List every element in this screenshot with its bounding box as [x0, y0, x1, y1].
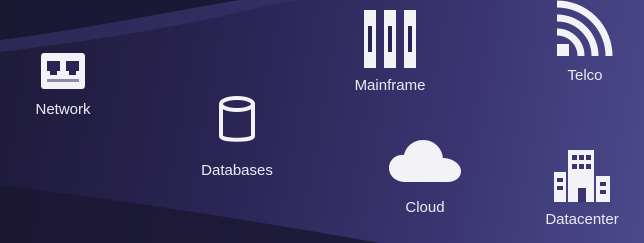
database-icon: [219, 96, 255, 142]
datacenter-label: Datacenter: [545, 211, 619, 228]
mainframe-label: Mainframe: [354, 77, 426, 94]
cloud-icon: [389, 140, 461, 182]
mainframe-icon: [364, 10, 416, 68]
databases-tile: Databases: [188, 95, 286, 178]
wireless-signal-icon: [556, 0, 613, 57]
infrastructure-panel: Network Databases Mainframe Cloud Telco …: [0, 0, 644, 243]
mainframe-tile: Mainframe: [340, 10, 440, 93]
cloud-label: Cloud: [405, 199, 445, 216]
network-tile: Network: [20, 52, 106, 117]
cloud-tile: Cloud: [380, 140, 470, 215]
datacenter-tile: Datacenter: [532, 150, 632, 227]
network-label: Network: [35, 101, 91, 118]
background-swoosh-bottom: [0, 185, 380, 243]
databases-label: Databases: [201, 162, 273, 179]
buildings-icon: [554, 150, 610, 202]
network-switch-icon: [41, 53, 85, 89]
telco-tile: Telco: [545, 0, 625, 83]
telco-label: Telco: [567, 67, 603, 84]
